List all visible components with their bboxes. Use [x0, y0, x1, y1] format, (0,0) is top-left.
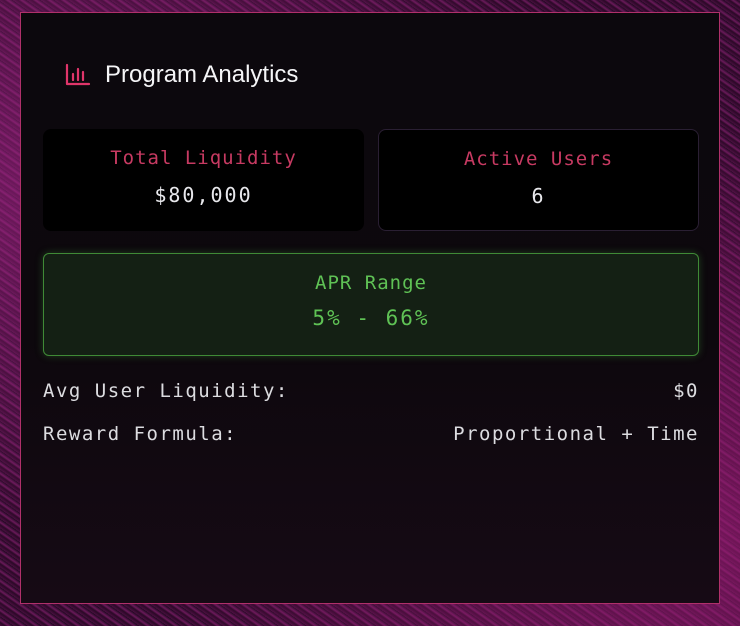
apr-range-label: APR Range [315, 272, 427, 294]
active-users-label: Active Users [463, 148, 614, 170]
apr-range-card: APR Range 5% - 66% [43, 253, 699, 356]
reward-formula-label: Reward Formula: [43, 423, 238, 445]
apr-range-value: 5% - 66% [312, 306, 430, 330]
panel-header: Program Analytics [65, 61, 298, 89]
analytics-panel: Program Analytics Total Liquidity $80,00… [20, 12, 720, 604]
reward-formula-row: Reward Formula: Proportional + Time [43, 423, 699, 445]
total-liquidity-label: Total Liquidity [110, 147, 297, 169]
reward-formula-value: Proportional + Time [453, 423, 699, 445]
avg-user-liquidity-row: Avg User Liquidity: $0 [43, 380, 699, 402]
active-users-card: Active Users 6 [378, 129, 699, 231]
active-users-value: 6 [531, 184, 546, 208]
bar-chart-icon [65, 63, 91, 87]
avg-user-liquidity-label: Avg User Liquidity: [43, 380, 289, 402]
total-liquidity-value: $80,000 [154, 183, 253, 207]
avg-user-liquidity-value: $0 [673, 380, 699, 402]
page-title: Program Analytics [105, 61, 299, 88]
total-liquidity-card: Total Liquidity $80,000 [43, 129, 364, 231]
